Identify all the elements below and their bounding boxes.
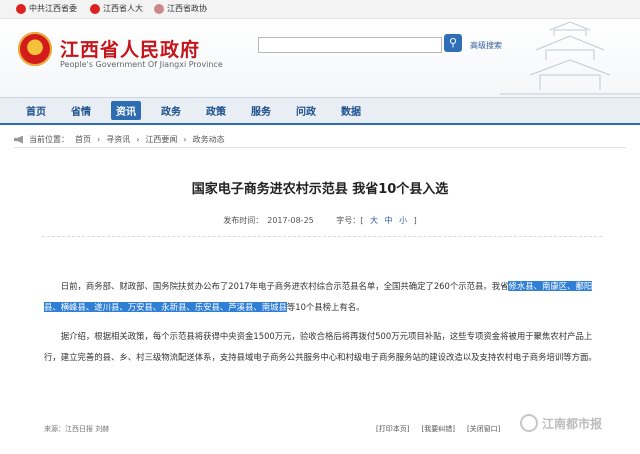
breadcrumb: 当前位置： 首页 › 寻资讯 › 江西要闻 › 政务动态 xyxy=(14,134,225,145)
paragraph-text: 日前，商务部、财政部、国务院扶贫办公布了2017年电子商务进农村综合示范县名单，… xyxy=(60,281,509,291)
link-provincial-cppcc[interactable]: 江西省政协 xyxy=(154,3,207,14)
party-emblem-icon xyxy=(16,3,26,14)
breadcrumb-item-news[interactable]: 寻资讯 xyxy=(106,134,130,145)
cppcc-emblem-icon xyxy=(154,3,164,14)
font-size-large[interactable]: 大 xyxy=(370,216,378,225)
paragraph-text: 等10个县榜上有名。 xyxy=(286,302,365,312)
date-label: 发布时间： xyxy=(223,216,264,225)
breadcrumb-separator: › xyxy=(136,135,140,144)
top-bar: 中共江西省委 江西省人大 江西省政协 xyxy=(0,0,640,19)
publish-date: 2017-08-25 xyxy=(267,216,314,225)
breadcrumb-item-jiangxi-news[interactable]: 江西要闻 xyxy=(145,134,177,145)
breadcrumb-separator: › xyxy=(183,135,187,144)
breadcrumb-item-home[interactable]: 首页 xyxy=(75,134,91,145)
link-label: 中共江西省委 xyxy=(29,4,77,13)
breadcrumb-prefix: 当前位置： xyxy=(29,135,69,144)
wechat-icon xyxy=(520,414,538,432)
nav-data[interactable]: 数据 xyxy=(341,103,361,118)
nav-services[interactable]: 服务 xyxy=(251,103,271,118)
article-title: 国家电子商务进农村示范县 我省10个县入选 xyxy=(191,182,449,197)
search-button[interactable]: ⚲ xyxy=(444,34,462,52)
main-nav: 首页 省情 资讯 政务 政策 服务 问政 数据 xyxy=(0,97,640,125)
breadcrumb-separator: › xyxy=(97,135,101,144)
font-size-close: ] xyxy=(413,216,417,225)
article-meta: 发布时间： 2017-08-25 字号：[ 大 中 小 ] xyxy=(0,215,640,226)
search-icon: ⚲ xyxy=(448,36,458,49)
nav-inquiry[interactable]: 问政 xyxy=(296,103,316,118)
advanced-search-link[interactable]: 高级搜索 xyxy=(470,40,502,51)
nav-news[interactable]: 资讯 xyxy=(111,101,141,120)
link-provincial-congress[interactable]: 江西省人大 xyxy=(90,3,143,14)
article-source: 来源：江西日报 刘赫 xyxy=(44,425,110,433)
paragraph-2: 据介绍，根据相关政策，每个示范县将获得中央资金1500万元，验收合格后将再拨付5… xyxy=(44,331,597,362)
divider xyxy=(14,147,626,148)
speaker-icon xyxy=(14,135,23,144)
watermark-text: 江南都市报 xyxy=(542,416,603,431)
selected-text[interactable]: 修 xyxy=(508,281,517,291)
meta-divider xyxy=(42,236,602,237)
nav-government-affairs[interactable]: 政务 xyxy=(161,103,181,118)
font-size-medium[interactable]: 中 xyxy=(385,216,393,225)
font-size-small[interactable]: 小 xyxy=(399,216,407,225)
site-title: 江西省人民政府 xyxy=(60,39,201,61)
font-size-label: 字号：[ xyxy=(336,216,364,225)
link-label: 江西省政协 xyxy=(167,4,207,13)
nav-province-info[interactable]: 省情 xyxy=(71,103,91,118)
breadcrumb-item-gov-updates[interactable]: 政务动态 xyxy=(193,134,225,145)
pavilion-illustration xyxy=(500,21,640,95)
nav-policy[interactable]: 政策 xyxy=(206,103,226,118)
search-input[interactable] xyxy=(258,37,442,53)
report-error-button[interactable]: [我要纠错] xyxy=(421,424,454,434)
paragraph-1: 日前，商务部、财政部、国务院扶贫办公布了2017年电子商务进农村综合示范县名单，… xyxy=(44,276,604,318)
link-provincial-party[interactable]: 中共江西省委 xyxy=(16,3,77,14)
link-label: 江西省人大 xyxy=(103,4,143,13)
national-emblem-logo xyxy=(18,32,52,66)
watermark: 江南都市报 xyxy=(520,414,602,432)
close-window-button[interactable]: [关闭窗口] xyxy=(467,424,500,434)
article-tools: [打印本页] [我要纠错] [关闭窗口] xyxy=(376,424,500,434)
site-subtitle: People's Government Of Jiangxi Province xyxy=(60,60,223,69)
print-button[interactable]: [打印本页] xyxy=(376,424,409,434)
nav-home[interactable]: 首页 xyxy=(26,103,46,118)
national-emblem-icon xyxy=(90,3,100,14)
